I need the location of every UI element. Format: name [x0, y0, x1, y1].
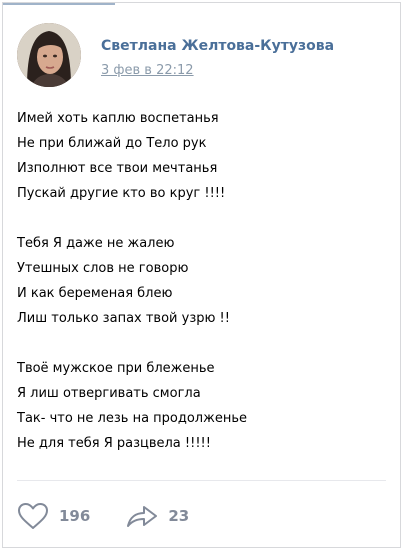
text-line: Не для тебя Я разцвела !!!!! — [17, 436, 211, 451]
like-count: 196 — [59, 507, 91, 525]
post-text: Имей хоть каплю воспетанья Не при ближай… — [17, 106, 387, 481]
text-line: И как беременая блею — [17, 286, 173, 301]
stanza: Твоё мужское при блеженье Я лиш отвергив… — [17, 356, 387, 456]
post-date-link[interactable]: 3 фев в 22:12 — [101, 63, 194, 78]
avatar-image — [17, 23, 81, 87]
text-line: Изполнют все твои мечтанья — [17, 161, 218, 176]
actions-divider — [17, 480, 386, 481]
text-line: Я лиш отвергивать смогла — [17, 386, 201, 401]
text-line: Утешных слов не говорю — [17, 261, 189, 276]
avatar[interactable] — [17, 23, 81, 87]
share-count: 23 — [168, 507, 190, 525]
text-line: Так- что не лезь на продолженье — [17, 411, 247, 426]
card-top-accent — [3, 3, 115, 5]
text-line: Тебя Я даже не жалею — [17, 236, 175, 251]
heart-icon — [18, 503, 48, 529]
text-line: Лиш только запах твой узрю !! — [17, 311, 230, 326]
text-line: Пускай другие кто во круг !!!! — [17, 186, 226, 201]
share-arrow-icon — [127, 506, 158, 527]
like-button[interactable]: 196 — [17, 502, 90, 530]
text-line: Имей хоть каплю воспетанья — [17, 111, 219, 126]
text-line: Не при ближай до Тело рук — [17, 136, 207, 151]
text-line: Твоё мужское при блеженье — [17, 361, 215, 376]
post-card: Светлана Желтова-Кутузова 3 фев в 22:12 … — [2, 2, 401, 548]
stanza: Тебя Я даже не жалею Утешных слов не гов… — [17, 231, 387, 331]
share-button[interactable]: 23 — [126, 503, 189, 529]
author-name-link[interactable]: Светлана Желтова-Кутузова — [101, 38, 334, 54]
post-actions: 196 23 — [17, 500, 225, 532]
stanza: Имей хоть каплю воспетанья Не при ближай… — [17, 106, 387, 206]
